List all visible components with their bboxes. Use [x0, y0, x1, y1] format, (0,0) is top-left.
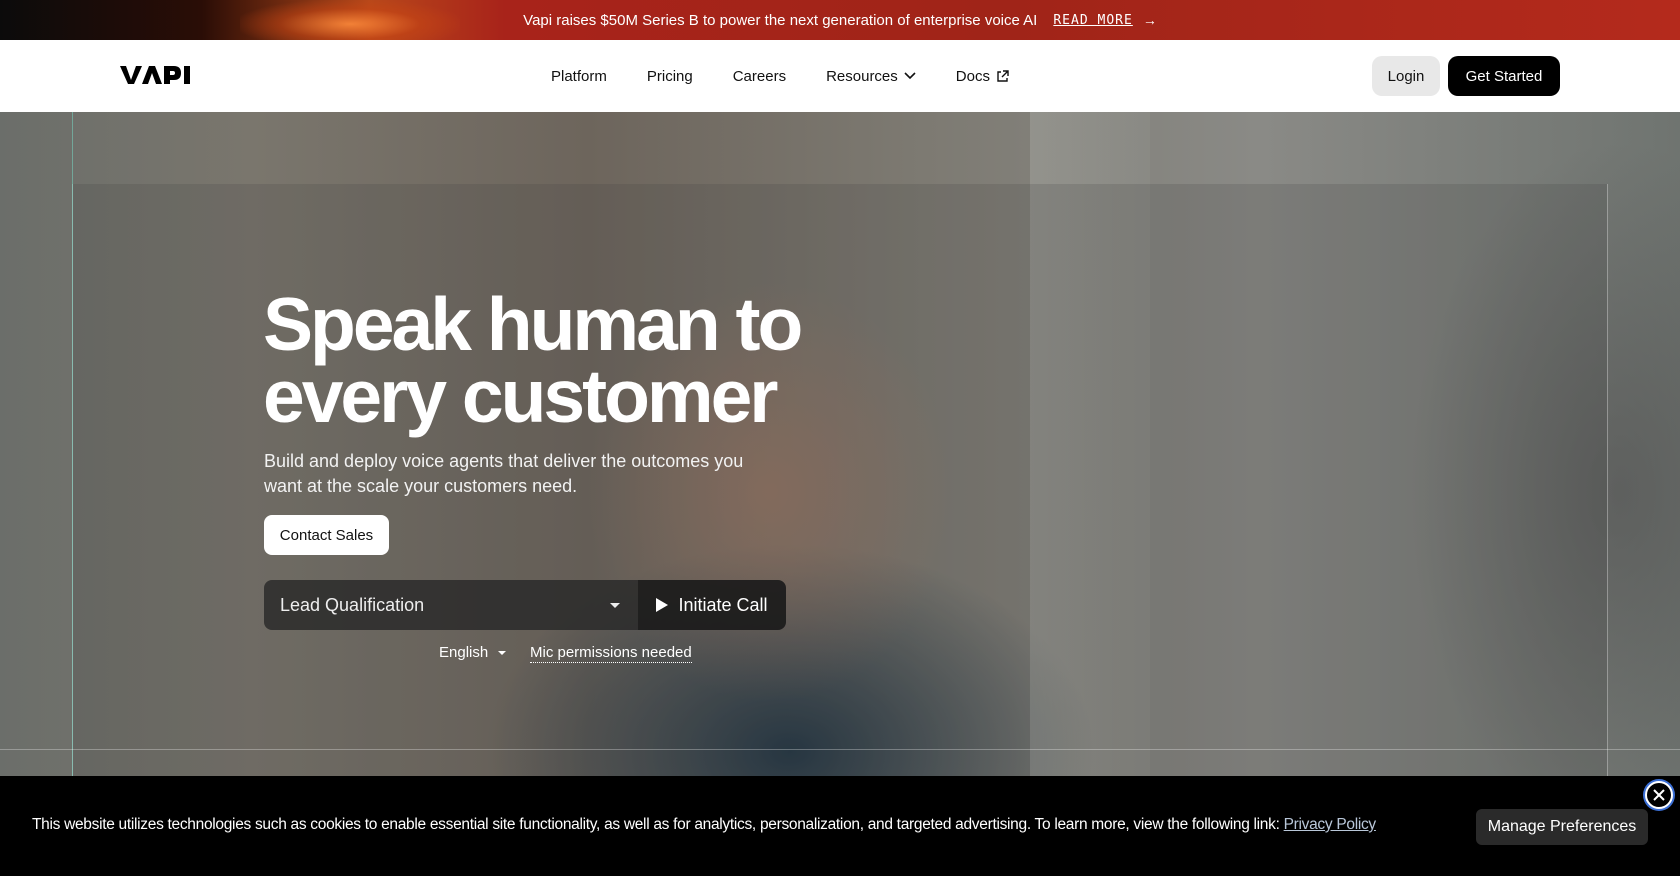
play-icon: [656, 598, 669, 612]
hero-title: Speak human to every customer: [263, 287, 903, 434]
login-button[interactable]: Login: [1372, 56, 1440, 96]
vapi-logo[interactable]: [120, 62, 192, 88]
cookie-banner: This website utilizes technologies such …: [0, 776, 1680, 876]
grid-line: [0, 749, 1680, 750]
external-link-icon: [997, 69, 1009, 82]
nav-careers-label: Careers: [732, 67, 787, 85]
contact-sales-button[interactable]: Contact Sales: [264, 515, 389, 555]
arrow-right-icon[interactable]: →: [1143, 12, 1157, 28]
manage-preferences-button[interactable]: Manage Preferences: [1476, 809, 1648, 845]
demo-call-widget: Lead Qualification Initiate Call: [264, 580, 786, 630]
hero-title-line2: every customer: [263, 354, 778, 438]
hero-section: Speak human to every customer Build and …: [0, 112, 1680, 776]
top-navbar: Platform Pricing Careers Resources Docs …: [0, 40, 1680, 112]
language-select[interactable]: English: [439, 644, 507, 661]
grid-line: [72, 112, 73, 776]
use-case-select-value: Lead Qualification: [280, 594, 425, 615]
initiate-call-label: Initiate Call: [678, 594, 768, 615]
initiate-call-button[interactable]: Initiate Call: [638, 580, 786, 630]
nav-docs-label: Docs: [955, 67, 990, 85]
nav-pricing-label: Pricing: [646, 67, 693, 85]
nav-platform-label: Platform: [551, 67, 607, 85]
privacy-policy-link[interactable]: Privacy Policy: [1284, 816, 1377, 833]
hero-subtitle: Build and deploy voice agents that deliv…: [264, 451, 744, 496]
nav-docs[interactable]: Docs: [956, 68, 1009, 85]
nav-resources-label: Resources: [826, 67, 898, 85]
get-started-button[interactable]: Get Started: [1448, 56, 1560, 96]
caret-down-icon: [610, 602, 620, 608]
chevron-down-icon: [904, 72, 916, 80]
announcement-glow: [240, 0, 460, 40]
nav-careers[interactable]: Careers: [733, 68, 786, 85]
language-select-value: English: [439, 644, 489, 661]
nav-pricing[interactable]: Pricing: [647, 68, 693, 85]
close-x-glyph: [1653, 789, 1665, 801]
nav-links: Platform Pricing Careers Resources Docs: [551, 40, 1009, 112]
cookie-text: This website utilizes technologies such …: [32, 816, 1376, 834]
cookie-message: This website utilizes technologies such …: [32, 816, 1280, 833]
use-case-select[interactable]: Lead Qualification: [264, 580, 638, 630]
nav-resources[interactable]: Resources: [826, 68, 916, 85]
nav-platform[interactable]: Platform: [551, 68, 607, 85]
mic-permissions-link[interactable]: Mic permissions needed: [530, 644, 692, 663]
announcement-text: Vapi raises $50M Series B to power the n…: [523, 11, 1038, 29]
read-more-link[interactable]: READ MORE: [1053, 13, 1132, 28]
close-icon[interactable]: [1645, 781, 1673, 809]
caret-down-icon: [498, 650, 507, 655]
announcement-bar: Vapi raises $50M Series B to power the n…: [0, 0, 1680, 40]
